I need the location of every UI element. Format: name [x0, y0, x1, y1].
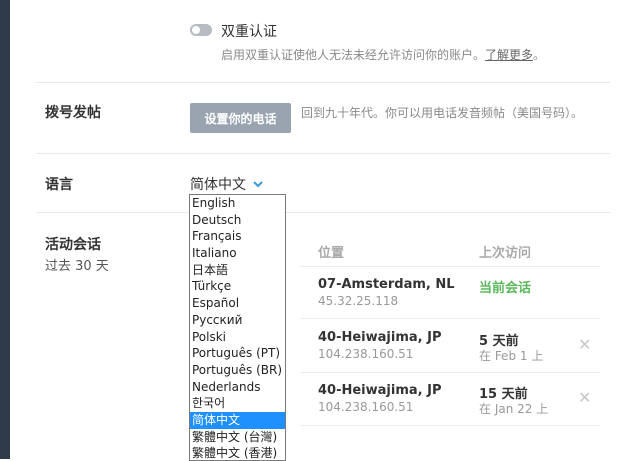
two-factor-description-suffix: 。: [533, 48, 546, 62]
session-location: 40-Heiwajima, JP: [318, 330, 442, 345]
session-ip: 104.238.160.51: [318, 400, 414, 414]
language-option[interactable]: 日本語: [190, 262, 285, 279]
sessions-label: 活动会话: [45, 237, 101, 253]
divider: [36, 212, 610, 213]
language-option[interactable]: English: [190, 195, 285, 212]
session-ip: 45.32.25.118: [318, 294, 399, 308]
dial-description: 回到九十年代。你可以用电话发音频帖（美国号码）。: [301, 106, 584, 120]
left-edge-bar: [0, 0, 10, 459]
divider: [36, 82, 610, 83]
column-header-last-visit: 上次访问: [479, 246, 532, 261]
language-option[interactable]: Nederlands: [190, 379, 285, 396]
language-option[interactable]: Русский: [190, 312, 285, 329]
two-factor-title: 双重认证: [221, 24, 277, 40]
session-last-visit-date: 在 Jan 22 上: [479, 402, 549, 416]
language-selected-value: 简体中文: [190, 177, 246, 193]
set-phone-button[interactable]: 设置你的电话: [190, 103, 291, 133]
close-session-icon[interactable]: ✕: [578, 388, 591, 407]
language-option[interactable]: Italiano: [190, 245, 285, 262]
row-divider: [300, 372, 600, 373]
language-option[interactable]: 繁體中文 (台灣): [190, 429, 285, 446]
session-ip: 104.238.160.51: [318, 347, 414, 361]
language-option[interactable]: Português (BR): [190, 362, 285, 379]
language-option-selected[interactable]: 简体中文: [190, 411, 285, 429]
language-option[interactable]: Português (PT): [190, 345, 285, 362]
session-location: 07-Amsterdam, NL: [318, 277, 455, 292]
language-option[interactable]: 한국어: [190, 395, 285, 412]
language-option[interactable]: Español: [190, 295, 285, 312]
close-session-icon[interactable]: ✕: [578, 335, 591, 354]
row-divider: [300, 425, 600, 426]
session-last-visit-date: 在 Feb 1 上: [479, 349, 544, 363]
session-location: 40-Heiwajima, JP: [318, 383, 442, 398]
learn-more-link[interactable]: 了解更多: [485, 48, 533, 62]
language-dropdown-list[interactable]: English Deutsch Français Italiano 日本語 Tü…: [189, 194, 286, 461]
two-factor-toggle[interactable]: [190, 24, 212, 36]
language-option[interactable]: Français: [190, 228, 285, 245]
language-option[interactable]: Deutsch: [190, 212, 285, 229]
column-header-location: 位置: [318, 246, 345, 261]
language-select[interactable]: 简体中文: [190, 174, 264, 194]
row-divider: [300, 318, 600, 319]
divider: [36, 153, 610, 154]
two-factor-description-text: 启用双重认证使他人无法未经允许访问你的账户。: [221, 48, 486, 62]
two-factor-description: 启用双重认证使他人无法未经允许访问你的账户。了解更多。: [221, 46, 545, 63]
row-divider: [300, 266, 600, 267]
sessions-subtitle: 过去 30 天: [45, 259, 109, 274]
language-option[interactable]: Polski: [190, 329, 285, 346]
session-current-badge: 当前会话: [479, 281, 532, 296]
language-option[interactable]: Türkçe: [190, 278, 285, 295]
toggle-knob: [192, 26, 200, 34]
dial-label: 拨号发帖: [45, 105, 101, 121]
chevron-down-icon: [253, 181, 263, 188]
language-label: 语言: [45, 177, 73, 193]
